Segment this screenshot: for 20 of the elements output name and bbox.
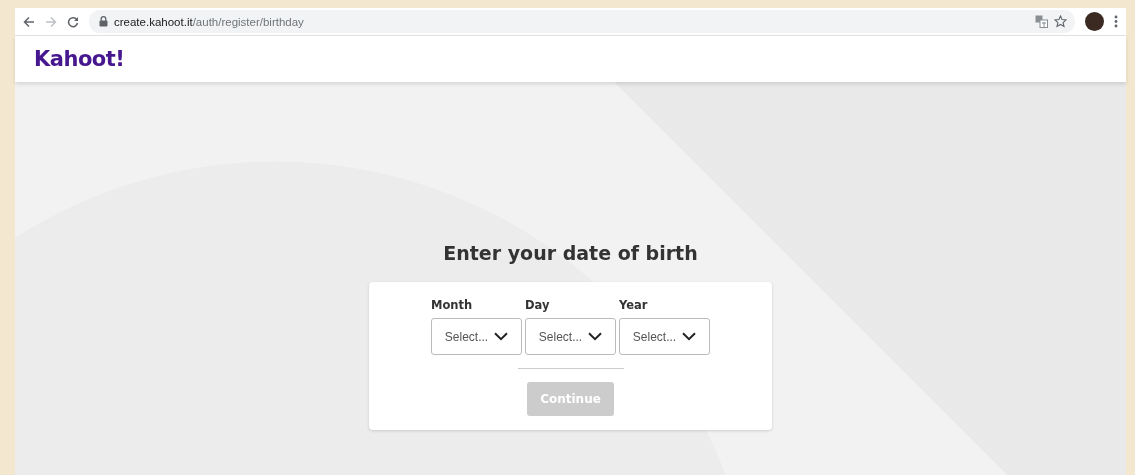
field-label: Day <box>525 298 551 312</box>
field-label: Month <box>431 298 474 312</box>
chevron-down-icon <box>682 332 697 341</box>
url-text: create.kahoot.it/auth/register/birthday <box>114 15 305 28</box>
field-label: Year <box>619 298 649 312</box>
kahoot-logo[interactable]: Kahoot! <box>34 47 125 71</box>
lock-icon <box>99 16 108 27</box>
translate-icon[interactable] <box>1035 15 1048 28</box>
back-icon[interactable] <box>23 15 35 28</box>
dropdown[interactable]: Select... <box>431 318 522 355</box>
reload-icon[interactable] <box>67 15 79 28</box>
address-bar[interactable]: create.kahoot.it/auth/register/birthday <box>89 10 1075 33</box>
menu-icon[interactable] <box>1114 15 1118 28</box>
dropdown[interactable]: Select... <box>525 318 616 355</box>
dropdown[interactable]: Select... <box>619 318 710 355</box>
star-icon[interactable] <box>1054 15 1067 28</box>
avatar-icon[interactable] <box>1085 12 1104 31</box>
chevron-down-icon <box>494 332 509 341</box>
chevron-down-icon <box>588 332 603 341</box>
page-title: Enter your date of birth <box>443 242 698 264</box>
